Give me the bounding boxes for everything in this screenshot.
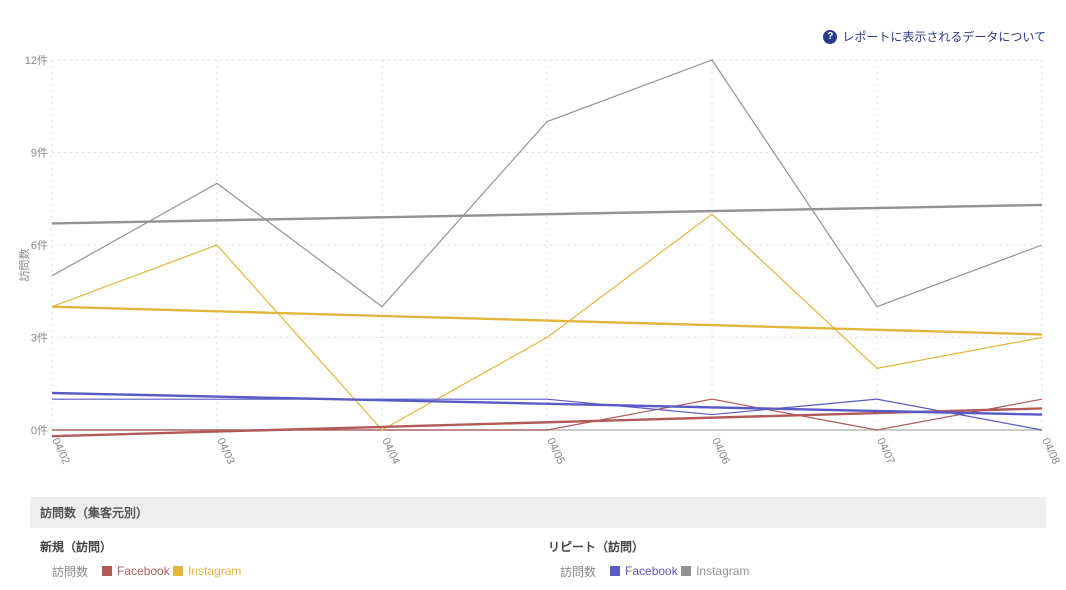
svg-text:12件: 12件 <box>25 54 48 67</box>
help-link[interactable]: ? レポートに表示されるデータについて <box>823 28 1046 45</box>
svg-text:04/03: 04/03 <box>214 436 237 466</box>
legend-group-repeat: リピート（訪問） 訪問数 Facebook Instagram <box>538 538 1046 580</box>
svg-text:04/04: 04/04 <box>379 436 402 466</box>
line-chart: 訪問数 0件3件6件9件12件04/0204/0304/0404/0504/06… <box>30 50 1046 480</box>
svg-text:04/07: 04/07 <box>874 436 897 466</box>
svg-text:6件: 6件 <box>31 239 48 252</box>
y-axis-label: 訪問数 <box>16 249 32 282</box>
legend-group-title: 新規（訪問） <box>40 538 538 555</box>
svg-text:04/06: 04/06 <box>709 436 732 466</box>
question-icon: ? <box>823 30 837 44</box>
chart-svg: 0件3件6件9件12件04/0204/0304/0404/0504/0604/0… <box>30 50 1046 480</box>
chart-footer: 訪問数（集客元別） 新規（訪問） 訪問数 Facebook Instagram … <box>30 497 1046 580</box>
legend-label: Facebook <box>625 564 678 578</box>
legend-swatch <box>681 566 691 576</box>
legend-metric-label: 訪問数 <box>52 563 88 580</box>
svg-text:0件: 0件 <box>31 424 48 437</box>
legend-item: Instagram <box>173 564 241 578</box>
legend-group-new: 新規（訪問） 訪問数 Facebook Instagram <box>30 538 538 580</box>
legend-label: Instagram <box>696 564 749 578</box>
footer-bar-title: 訪問数（集客元別） <box>30 497 1046 528</box>
help-link-text: レポートに表示されるデータについて <box>842 28 1046 45</box>
legend-group-title: リピート（訪問） <box>548 538 1046 555</box>
svg-text:04/05: 04/05 <box>544 436 567 466</box>
svg-text:9件: 9件 <box>31 147 48 160</box>
legend-item: Facebook <box>610 564 678 578</box>
svg-text:04/08: 04/08 <box>1039 436 1062 466</box>
legend-item: Facebook <box>102 564 170 578</box>
svg-text:04/02: 04/02 <box>49 436 72 466</box>
legend-swatch <box>102 566 112 576</box>
legend-label: Instagram <box>188 564 241 578</box>
legend-swatch <box>173 566 183 576</box>
svg-text:3件: 3件 <box>31 332 48 345</box>
legend-swatch <box>610 566 620 576</box>
legend-metric-label: 訪問数 <box>560 563 596 580</box>
legend-label: Facebook <box>117 564 170 578</box>
legend-item: Instagram <box>681 564 749 578</box>
